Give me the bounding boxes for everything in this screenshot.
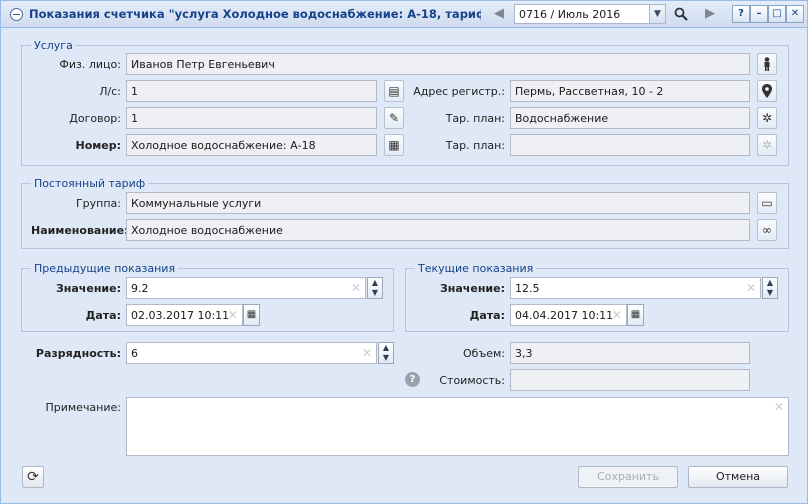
tariff-plan2-label: Тар. план: (445, 139, 505, 152)
number-field[interactable]: Холодное водоснабжение: А-18 (126, 134, 377, 156)
link-icon[interactable]: ∞ (757, 219, 777, 241)
current-date-input[interactable]: 04.04.2017 10:11 ✕ (510, 304, 627, 326)
clear-icon[interactable]: ✕ (774, 400, 784, 414)
account-card-icon[interactable]: ▤ (384, 80, 404, 102)
contract-label: Договор: (69, 112, 121, 125)
previous-date-label: Дата: (85, 309, 121, 322)
tariff-name-label: Наименование: (31, 224, 129, 237)
calendar-icon[interactable]: ▦ (627, 304, 644, 326)
minus-circle-icon[interactable] (10, 8, 23, 21)
chevron-down-icon[interactable]: ▼ (649, 5, 665, 23)
network-icon-disabled: ✲ (757, 134, 777, 156)
clear-icon[interactable]: ✕ (746, 281, 756, 295)
window-title: Показания счетчика "услуга Холодное водо… (29, 7, 481, 21)
account-field[interactable]: 1 (126, 80, 377, 102)
digits-stepper[interactable]: ▲ ▼ (378, 342, 394, 364)
triangle-right-icon[interactable]: ▶ (700, 5, 720, 23)
folder-icon[interactable]: ▭ (757, 192, 777, 214)
current-value: 12.5 (515, 282, 540, 295)
help-button[interactable]: ? (732, 5, 750, 23)
volume-label: Объем: (463, 347, 505, 360)
group-label: Группа: (75, 197, 121, 210)
digits-input[interactable]: 6 ✕ (126, 342, 377, 364)
volume-field[interactable]: 3,3 (510, 342, 750, 364)
number-label: Номер: (75, 139, 122, 152)
meter-document-icon[interactable]: ▦ (384, 134, 404, 156)
title-bar[interactable]: Показания счетчика "услуга Холодное водо… (1, 1, 807, 28)
period-value: 0716 / Июль 2016 (519, 8, 621, 21)
save-button[interactable]: Сохранить (578, 466, 678, 488)
address-field[interactable]: Пермь, Рассветная, 10 - 2 (510, 80, 750, 102)
group-field[interactable]: Коммунальные услуги (126, 192, 750, 214)
account-label: Л/с: (99, 85, 121, 98)
tariff-plan2-field[interactable] (510, 134, 750, 156)
current-value-label: Значение: (439, 282, 505, 295)
tariff-name-field[interactable]: Холодное водоснабжение (126, 219, 750, 241)
previous-value-stepper[interactable]: ▲ ▼ (367, 277, 383, 299)
map-pin-icon[interactable] (757, 80, 777, 102)
close-button[interactable]: ✕ (786, 5, 804, 23)
address-label: Адрес регистр.: (413, 85, 505, 98)
current-value-input[interactable]: 12.5 ✕ (510, 277, 761, 299)
network-icon[interactable]: ✲ (757, 107, 777, 129)
person-icon[interactable] (757, 53, 777, 75)
magnifier-icon[interactable] (671, 5, 691, 23)
previous-value-input[interactable]: 9.2 ✕ (126, 277, 366, 299)
triangle-left-icon[interactable]: ◀ (489, 5, 509, 23)
period-select[interactable]: 0716 / Июль 2016 ▼ (514, 4, 666, 24)
clear-icon[interactable]: ✕ (351, 281, 361, 295)
previous-value: 9.2 (131, 282, 149, 295)
clear-icon[interactable]: ✕ (228, 308, 238, 322)
contract-field[interactable]: 1 (126, 107, 377, 129)
contract-edit-icon[interactable]: ✎ (384, 107, 404, 129)
previous-value-label: Значение: (55, 282, 121, 295)
minimize-button[interactable]: – (750, 5, 768, 23)
note-label: Примечание: (45, 401, 121, 414)
cost-field[interactable] (510, 369, 750, 391)
clear-icon[interactable]: ✕ (362, 346, 372, 360)
tariff-plan-field[interactable]: Водоснабжение (510, 107, 750, 129)
digits-label: Разрядность: (35, 347, 121, 360)
person-label: Физ. лицо: (59, 58, 121, 71)
previous-date-input[interactable]: 02.03.2017 10:11 ✕ (126, 304, 243, 326)
current-date: 04.04.2017 10:11 (515, 309, 614, 322)
note-textarea[interactable]: ✕ (126, 397, 789, 456)
cost-label: Стоимость: (439, 374, 505, 387)
digits-value: 6 (131, 347, 138, 360)
tariff-legend: Постоянный тариф (34, 177, 146, 190)
service-legend: Услуга (34, 39, 73, 52)
dialog-window: Показания счетчика "услуга Холодное водо… (0, 0, 808, 504)
clear-icon[interactable]: ✕ (612, 308, 622, 322)
maximize-button[interactable]: □ (768, 5, 786, 23)
current-legend: Текущие показания (418, 262, 534, 275)
current-date-label: Дата: (469, 309, 505, 322)
previous-legend: Предыдущие показания (34, 262, 176, 275)
current-value-stepper[interactable]: ▲ ▼ (762, 277, 778, 299)
tariff-plan-label: Тар. план: (445, 112, 505, 125)
calendar-icon[interactable]: ▦ (243, 304, 260, 326)
refresh-icon[interactable]: ⟳ (22, 466, 44, 488)
person-field[interactable]: Иванов Петр Евгеньевич (126, 53, 750, 75)
previous-date: 02.03.2017 10:11 (131, 309, 230, 322)
cancel-button[interactable]: Отмена (688, 466, 788, 488)
